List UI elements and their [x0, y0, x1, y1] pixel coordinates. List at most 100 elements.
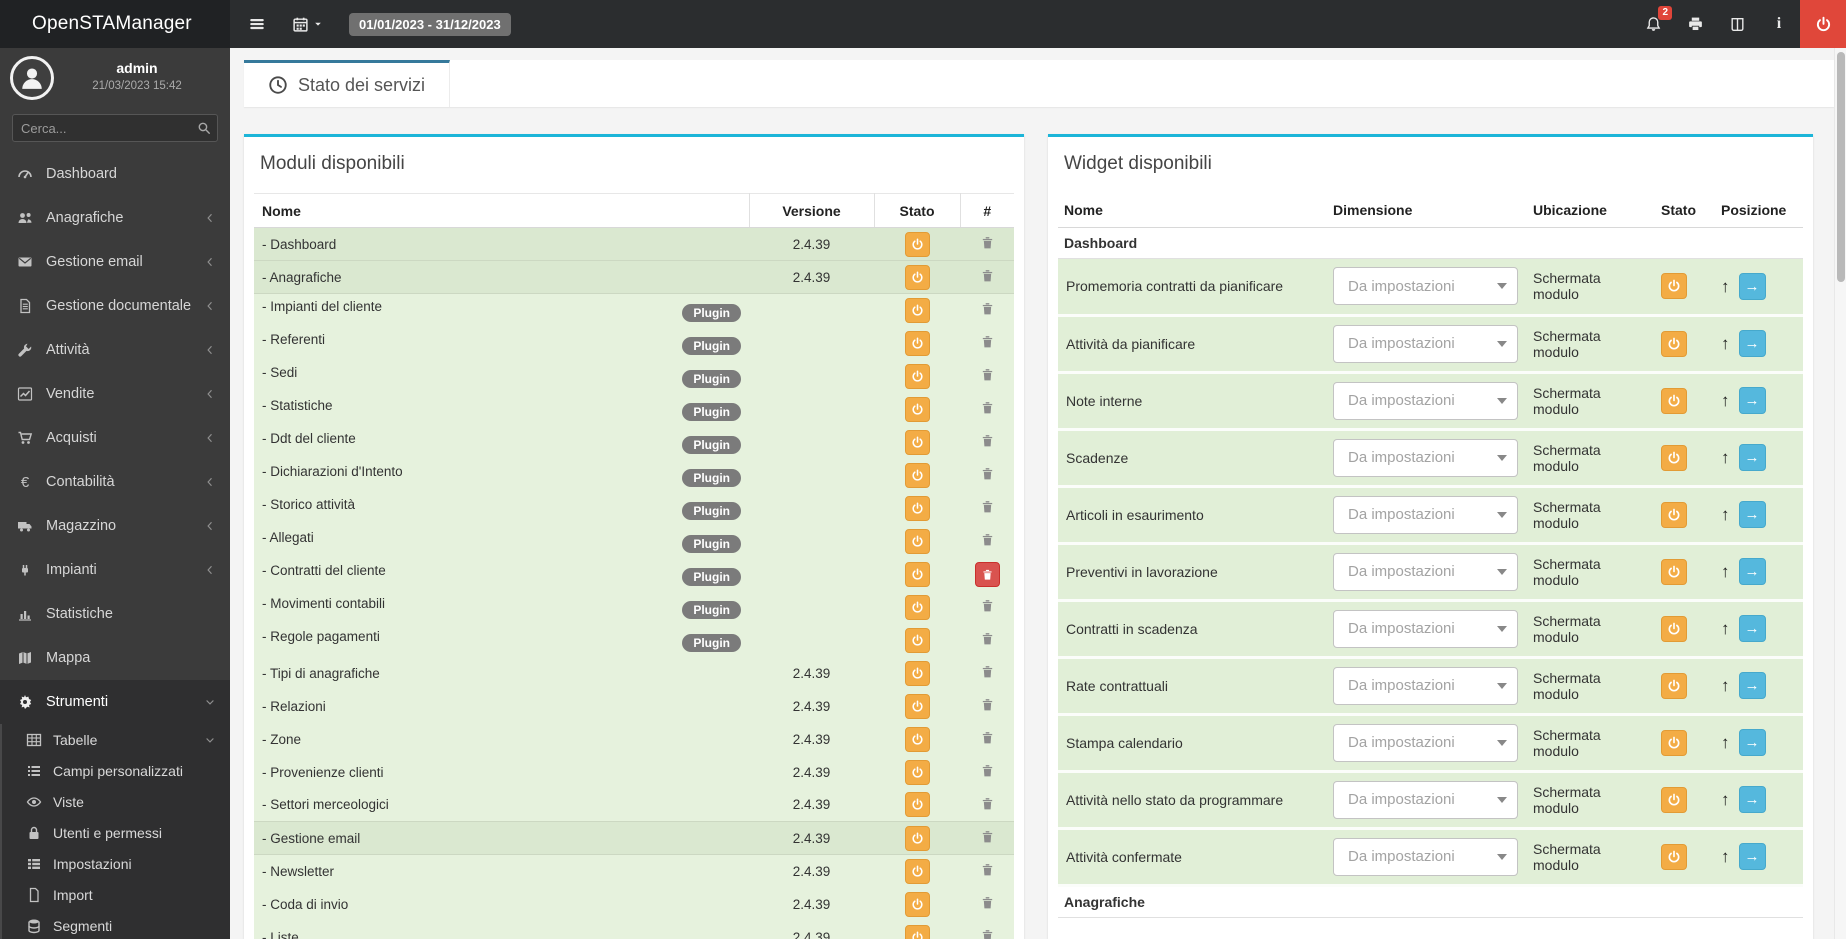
delete-module-button[interactable] — [980, 400, 995, 415]
delete-module-button[interactable] — [980, 235, 995, 250]
sidebar-item-anagrafiche[interactable]: Anagrafiche — [0, 196, 230, 240]
sidebar-item-viste[interactable]: Viste — [2, 786, 230, 817]
move-up-arrow[interactable]: ↑ — [1721, 734, 1730, 751]
move-button[interactable]: → — [1738, 843, 1766, 870]
widget-dimension-select[interactable]: Da impostazioni — [1333, 666, 1518, 705]
widget-status-toggle-button[interactable] — [1661, 672, 1687, 699]
move-button[interactable]: → — [1738, 786, 1766, 813]
move-button[interactable]: → — [1738, 615, 1766, 642]
delete-module-button[interactable] — [980, 598, 995, 613]
module-status-toggle-button[interactable] — [904, 858, 930, 884]
move-button[interactable]: → — [1738, 444, 1766, 471]
delete-module-button[interactable] — [980, 697, 995, 712]
delete-module-button[interactable] — [980, 367, 995, 382]
module-status-toggle-button[interactable] — [904, 429, 930, 455]
module-status-toggle-button[interactable] — [904, 231, 930, 257]
delete-module-button[interactable] — [980, 730, 995, 745]
date-range-badge[interactable]: 01/01/2023 - 31/12/2023 — [349, 12, 511, 36]
delete-module-button[interactable] — [980, 928, 995, 939]
sidebar-item-gestione-email[interactable]: Gestione email — [0, 240, 230, 284]
delete-module-button[interactable] — [980, 895, 995, 910]
widget-dimension-select[interactable]: Da impostazioni — [1333, 609, 1518, 648]
move-button[interactable]: → — [1738, 272, 1766, 300]
sidebar-item-contabilit[interactable]: € Contabilità — [0, 460, 230, 504]
sidebar-item-gestione-documentale[interactable]: Gestione documentale — [0, 284, 230, 328]
widget-status-toggle-button[interactable] — [1661, 444, 1687, 471]
move-up-arrow[interactable]: ↑ — [1721, 392, 1730, 409]
module-status-toggle-button[interactable] — [904, 396, 930, 422]
page-scrollbar[interactable] — [1834, 48, 1846, 939]
move-up-arrow[interactable]: ↑ — [1721, 791, 1730, 808]
move-up-arrow[interactable]: ↑ — [1721, 506, 1730, 523]
module-status-toggle-button[interactable] — [904, 528, 930, 554]
delete-module-button[interactable] — [980, 499, 995, 514]
widget-dimension-select[interactable]: Da impostazioni — [1333, 780, 1518, 819]
module-status-toggle-button[interactable] — [904, 495, 930, 521]
widget-dimension-select[interactable]: Da impostazioni — [1333, 723, 1518, 762]
sidebar-item-statistiche[interactable]: Statistiche — [0, 592, 230, 636]
search-button[interactable] — [197, 121, 211, 135]
widget-status-toggle-button[interactable] — [1661, 273, 1687, 299]
delete-module-button[interactable] — [980, 631, 995, 646]
move-up-arrow[interactable]: ↑ — [1721, 335, 1730, 352]
widget-dimension-select[interactable]: Da impostazioni — [1333, 552, 1518, 591]
widget-status-toggle-button[interactable] — [1661, 330, 1687, 357]
module-status-toggle-button[interactable] — [904, 363, 930, 389]
widget-status-toggle-button[interactable] — [1661, 843, 1687, 870]
widget-status-toggle-button[interactable] — [1661, 387, 1687, 414]
delete-module-button[interactable] — [980, 268, 995, 283]
sidebar-item-vendite[interactable]: Vendite — [0, 372, 230, 416]
delete-module-button[interactable] — [980, 796, 995, 811]
logout-button[interactable] — [1800, 0, 1846, 48]
widget-dimension-select[interactable]: Da impostazioni — [1333, 381, 1518, 420]
module-status-toggle-button[interactable] — [904, 594, 930, 620]
sidebar-item-segmenti[interactable]: Segmenti — [2, 910, 230, 939]
sidebar-item-campi-personalizzati[interactable]: Campi personalizzati — [2, 755, 230, 786]
move-up-arrow[interactable]: ↑ — [1721, 449, 1730, 466]
delete-module-button[interactable] — [980, 532, 995, 547]
delete-module-button[interactable] — [980, 829, 995, 844]
module-status-toggle-button[interactable] — [904, 627, 930, 653]
docs-button[interactable] — [1716, 0, 1758, 48]
widget-dimension-select[interactable]: Da impostazioni — [1333, 495, 1518, 534]
move-button[interactable]: → — [1738, 387, 1766, 414]
move-button[interactable]: → — [1738, 330, 1766, 357]
widget-dimension-select[interactable]: Da impostazioni — [1333, 837, 1518, 876]
sidebar-item-tabelle[interactable]: Tabelle — [2, 724, 230, 755]
sidebar-item-acquisti[interactable]: Acquisti — [0, 416, 230, 460]
sidebar-item-strumenti[interactable]: Strumenti — [0, 680, 230, 724]
move-up-arrow[interactable]: ↑ — [1721, 278, 1730, 295]
move-up-arrow[interactable]: ↑ — [1721, 620, 1730, 637]
widget-dimension-select[interactable]: Da impostazioni — [1333, 324, 1518, 363]
widget-status-toggle-button[interactable] — [1661, 501, 1687, 528]
delete-module-button[interactable] — [980, 763, 995, 778]
widget-status-toggle-button[interactable] — [1661, 786, 1687, 813]
module-status-toggle-button[interactable] — [904, 693, 930, 719]
widget-status-toggle-button[interactable] — [1661, 615, 1687, 642]
module-status-toggle-button[interactable] — [904, 330, 930, 356]
print-button[interactable] — [1674, 0, 1716, 48]
delete-module-button[interactable] — [980, 466, 995, 481]
module-status-toggle-button[interactable] — [904, 660, 930, 686]
delete-module-button[interactable] — [980, 862, 995, 877]
widget-status-toggle-button[interactable] — [1661, 729, 1687, 756]
module-status-toggle-button[interactable] — [904, 264, 930, 290]
sidebar-item-import[interactable]: Import — [2, 879, 230, 910]
module-status-toggle-button[interactable] — [904, 891, 930, 917]
app-logo[interactable]: OpenSTAManager — [0, 0, 230, 48]
delete-module-button[interactable] — [980, 664, 995, 679]
sidebar-item-mappa[interactable]: Mappa — [0, 636, 230, 680]
module-status-toggle-button[interactable] — [904, 825, 930, 851]
move-up-arrow[interactable]: ↑ — [1721, 563, 1730, 580]
module-status-toggle-button[interactable] — [904, 792, 930, 818]
sidebar-item-attivit[interactable]: Attività — [0, 328, 230, 372]
module-status-toggle-button[interactable] — [904, 297, 930, 323]
move-up-arrow[interactable]: ↑ — [1721, 848, 1730, 865]
module-status-toggle-button[interactable] — [904, 759, 930, 785]
widget-dimension-select[interactable]: Da impostazioni — [1333, 438, 1518, 477]
scrollbar-thumb[interactable] — [1836, 52, 1845, 282]
delete-module-button[interactable] — [980, 334, 995, 349]
notifications-button[interactable]: 2 — [1632, 0, 1674, 48]
move-button[interactable]: → — [1738, 672, 1766, 699]
sidebar-item-magazzino[interactable]: Magazzino — [0, 504, 230, 548]
